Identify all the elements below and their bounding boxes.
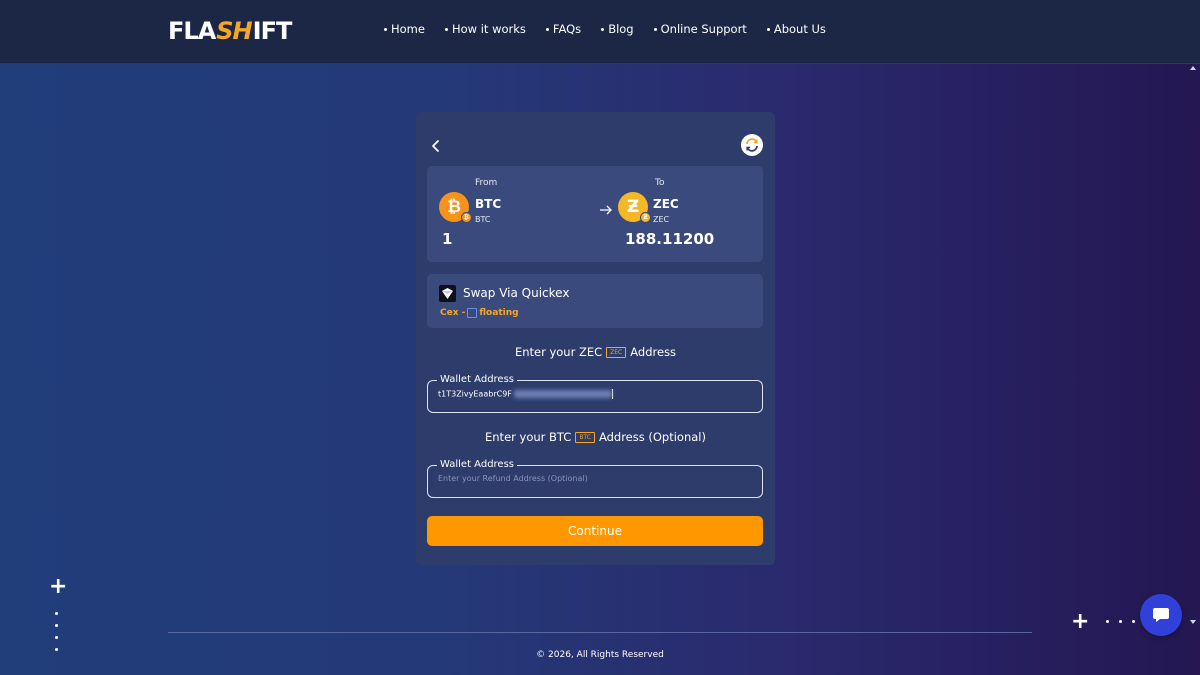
recipient-wallet-field[interactable]: Wallet Address t1T3ZivyEaabrC9F — [427, 374, 763, 413]
bullet-icon — [766, 27, 770, 31]
continue-button[interactable]: Continue — [427, 516, 763, 546]
bullet-icon — [545, 27, 549, 31]
to-amount: 188.11200 — [625, 230, 715, 248]
logo-text-right: IFT — [252, 17, 293, 45]
refund-title-suffix: Address (Optional) — [598, 430, 706, 444]
from-amount: 1 — [442, 230, 453, 248]
floating-rate-icon — [467, 308, 478, 318]
footer-divider — [168, 632, 1032, 633]
provider-title: Swap Via Quickex — [463, 286, 570, 300]
refund-wallet-legend: Wallet Address — [437, 459, 518, 470]
refresh-rate-button[interactable] — [741, 134, 763, 156]
decorative-dots-vertical — [55, 612, 59, 660]
nav-label: Blog — [608, 22, 634, 36]
recipient-address-title: Enter your ZEC ZEC Address — [416, 345, 775, 359]
currency-pair-panel: From ₿ ₿ BTC BTC 1 To Ƶ Ƶ ZEC ZEC 188.11… — [427, 166, 763, 262]
decorative-plus-icon: + — [49, 574, 68, 599]
from-label: From — [475, 178, 498, 188]
scrollbar-up-arrow[interactable] — [1190, 66, 1196, 70]
decorative-plus-icon-right: + — [1071, 609, 1090, 634]
bullet-icon — [653, 27, 657, 31]
nav-about-us[interactable]: About Us — [766, 22, 826, 36]
to-label: To — [655, 178, 665, 188]
nav-label: FAQs — [552, 22, 582, 36]
btc-chip: BTC — [575, 431, 595, 443]
refund-address-title: Enter your BTC BTC Address (Optional) — [416, 430, 775, 444]
scrollbar-down-arrow[interactable] — [1190, 620, 1196, 624]
nav-blog[interactable]: Blog — [601, 22, 634, 36]
exchange-card: From ₿ ₿ BTC BTC 1 To Ƶ Ƶ ZEC ZEC 188.11… — [416, 112, 775, 565]
to-coin-symbol[interactable]: ZEC — [653, 197, 679, 211]
provider-type: Cex - — [440, 308, 466, 318]
quickex-logo-icon — [439, 285, 456, 302]
from-coin-symbol[interactable]: BTC — [475, 197, 501, 211]
nav-faqs[interactable]: FAQs — [545, 22, 582, 36]
btc-network-badge-icon: ₿ — [461, 212, 472, 223]
bullet-icon — [601, 27, 605, 31]
arrow-right-icon — [600, 205, 612, 215]
nav-label: About Us — [773, 22, 826, 36]
nav-home[interactable]: Home — [384, 22, 425, 36]
to-coin-network: ZEC — [653, 215, 670, 224]
flashift-logo[interactable]: FLA SH IFT — [168, 17, 293, 45]
refund-wallet-input[interactable] — [438, 474, 748, 483]
provider-rate-tag: Cex - floating — [440, 308, 519, 318]
main-nav: Home How it works FAQs Blog Online Suppo… — [384, 22, 846, 36]
logo-text-mid: SH — [216, 17, 252, 45]
text-cursor — [611, 389, 613, 399]
live-chat-button[interactable] — [1140, 594, 1182, 636]
provider-rate-type: floating — [479, 308, 519, 318]
nav-label: Online Support — [660, 22, 747, 36]
recipient-wallet-legend: Wallet Address — [437, 374, 518, 385]
recipient-wallet-value: t1T3ZivyEaabrC9F — [438, 389, 512, 399]
refresh-icon — [746, 138, 758, 152]
recipient-title-prefix: Enter your ZEC — [514, 345, 603, 359]
bullet-icon — [444, 27, 448, 31]
refund-title-prefix: Enter your BTC — [485, 430, 572, 444]
decorative-dots-horizontal — [1106, 620, 1145, 623]
nav-how-it-works[interactable]: How it works — [444, 22, 526, 36]
nav-label: How it works — [451, 22, 526, 36]
back-arrow-icon[interactable] — [428, 138, 444, 154]
copyright-text: © 2026, All Rights Reserved — [536, 650, 664, 660]
nav-label: Home — [391, 22, 425, 36]
blurred-address-portion — [513, 390, 612, 398]
nav-online-support[interactable]: Online Support — [653, 22, 747, 36]
chat-bubble-icon — [1153, 608, 1169, 622]
top-header: FLA SH IFT Home How it works FAQs Blog O… — [0, 0, 1200, 64]
logo-text-left: FLA — [168, 17, 216, 45]
zec-network-badge-icon: Ƶ — [640, 212, 651, 223]
refund-wallet-field[interactable]: Wallet Address — [427, 459, 763, 498]
bullet-icon — [384, 27, 387, 31]
provider-panel[interactable]: Swap Via Quickex Cex - floating — [427, 274, 763, 328]
recipient-title-suffix: Address — [630, 345, 677, 359]
recipient-wallet-input[interactable]: t1T3ZivyEaabrC9F — [438, 389, 748, 399]
zec-chip: ZEC — [606, 346, 627, 358]
from-coin-network: BTC — [475, 215, 491, 224]
